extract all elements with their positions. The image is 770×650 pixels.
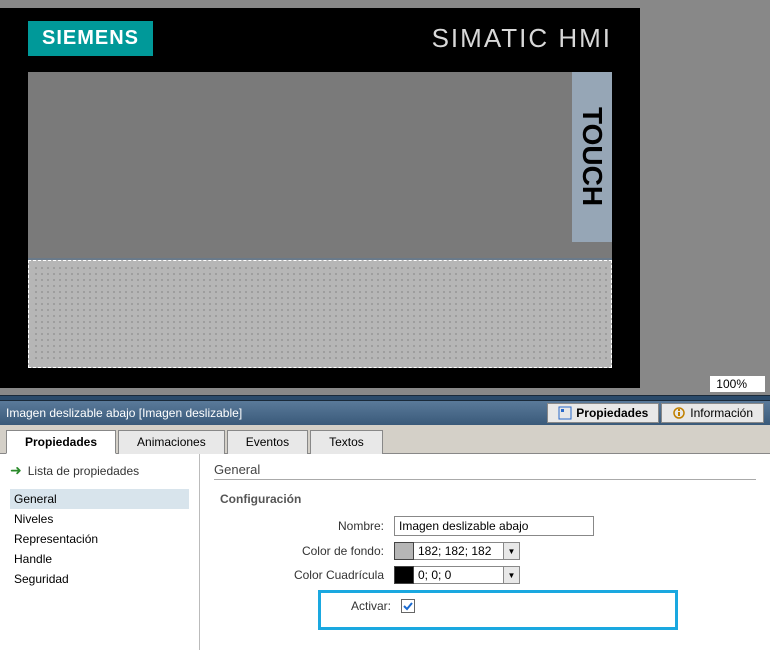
label-color-cuadricula: Color Cuadrícula (214, 568, 394, 582)
tab-textos[interactable]: Textos (310, 430, 383, 454)
device-preview-area: SIEMENS SIMATIC HMI TOUCH 100% (0, 0, 770, 395)
product-title: SIMATIC HMI (432, 23, 612, 54)
inspector-titlebar: Imagen deslizable abajo [Imagen deslizab… (0, 401, 770, 425)
row-color-fondo: Color de fondo: ▼ (214, 542, 756, 560)
sidebar-item-niveles[interactable]: Niveles (10, 509, 189, 529)
object-title: Imagen deslizable abajo [Imagen deslizab… (6, 406, 547, 420)
siemens-logo: SIEMENS (28, 21, 153, 56)
section-title: General (214, 462, 756, 480)
dropdown-color-cuadricula[interactable]: ▼ (504, 566, 520, 584)
sidebar-item-handle[interactable]: Handle (10, 549, 189, 569)
swatch-color-cuadricula[interactable] (394, 566, 414, 584)
slide-in-screen-bottom[interactable] (28, 260, 612, 368)
inspector-tabstrip: Propiedades Animaciones Eventos Textos (0, 425, 770, 454)
property-panel: General Configuración Nombre: Color de f… (200, 454, 770, 650)
inspector-tab-label: Propiedades (576, 406, 648, 420)
device-header: SIEMENS SIMATIC HMI (0, 8, 640, 68)
info-icon (672, 406, 686, 420)
property-list-header[interactable]: ➜ Lista de propiedades (10, 462, 189, 479)
input-color-fondo[interactable] (414, 542, 504, 560)
tab-eventos[interactable]: Eventos (227, 430, 308, 454)
dropdown-color-fondo[interactable]: ▼ (504, 542, 520, 560)
zoom-indicator[interactable]: 100% (709, 375, 766, 393)
hmi-device-frame: SIEMENS SIMATIC HMI TOUCH (0, 8, 640, 388)
row-nombre: Nombre: (214, 516, 756, 536)
screen-main-area[interactable] (28, 72, 612, 258)
highlight-activar: Activar: (318, 590, 678, 630)
inspector-tab-label: Información (690, 406, 753, 420)
input-color-cuadricula[interactable] (414, 566, 504, 584)
tab-animaciones[interactable]: Animaciones (118, 430, 225, 454)
inspector-content: ➜ Lista de propiedades General Niveles R… (0, 454, 770, 650)
label-color-fondo: Color de fondo: (214, 544, 394, 558)
label-activar: Activar: (325, 599, 401, 613)
swatch-color-fondo[interactable] (394, 542, 414, 560)
label-nombre: Nombre: (214, 519, 394, 533)
grid-dots (33, 265, 607, 363)
sidebar-item-representacion[interactable]: Representación (10, 529, 189, 549)
sidebar-item-seguridad[interactable]: Seguridad (10, 569, 189, 589)
sidebar-item-general[interactable]: General (10, 489, 189, 509)
inspector-tab-info[interactable]: Información (661, 403, 764, 423)
inspector-tab-properties[interactable]: Propiedades (547, 403, 659, 423)
property-list-sidebar: ➜ Lista de propiedades General Niveles R… (0, 454, 200, 650)
group-title: Configuración (214, 492, 756, 506)
input-nombre[interactable] (394, 516, 594, 536)
property-list-title: Lista de propiedades (28, 464, 139, 478)
tab-propiedades[interactable]: Propiedades (6, 430, 116, 454)
touch-side-label: TOUCH (572, 72, 612, 242)
row-color-cuadricula: Color Cuadrícula ▼ (214, 566, 756, 584)
list-icon: ➜ (10, 462, 22, 479)
checkbox-activar[interactable] (401, 599, 415, 613)
device-screen (28, 72, 612, 368)
properties-icon (558, 406, 572, 420)
